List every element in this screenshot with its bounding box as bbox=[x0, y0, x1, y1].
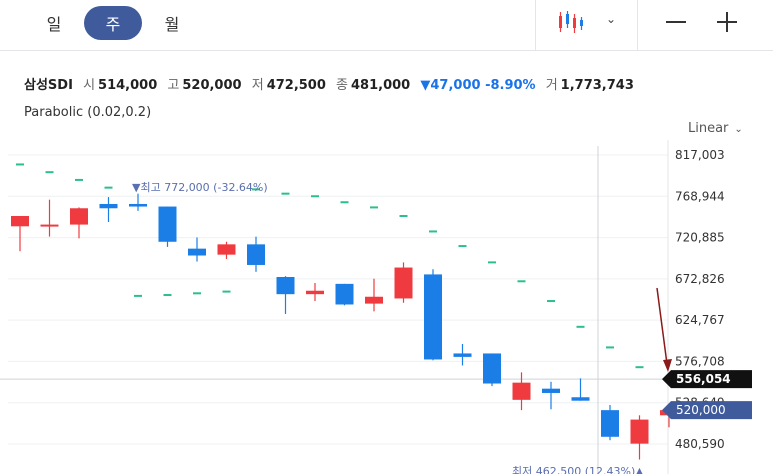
current-price-label: 520,000 bbox=[676, 403, 726, 417]
indicator-label: Parabolic (0.02,0.2) bbox=[24, 105, 152, 120]
low-value: 472,500 bbox=[266, 78, 326, 93]
toolbar-divider bbox=[637, 0, 638, 50]
volume-label: 거 bbox=[545, 78, 558, 93]
quote-summary: 삼성SDI 시 514,000 고 520,000 저 472,500 종 481,00… bbox=[24, 74, 640, 93]
candle-body bbox=[306, 290, 324, 295]
open-value: 514,000 bbox=[98, 78, 158, 93]
candle-body bbox=[335, 283, 354, 305]
y-tick-label: 480,590 bbox=[675, 437, 725, 451]
tab-weekly[interactable]: 주 bbox=[84, 6, 142, 40]
minus-icon bbox=[666, 21, 686, 23]
toolbar-divider bbox=[535, 0, 536, 50]
candle-body bbox=[394, 267, 413, 299]
y-tick-label: 720,885 bbox=[675, 231, 725, 245]
candlestick-chart[interactable]: 817,003 768,944 720,885 672,826 624,767 576,7… bbox=[0, 140, 773, 474]
candle-body bbox=[158, 206, 177, 242]
candle-body bbox=[601, 410, 619, 437]
candle-body bbox=[11, 215, 29, 227]
scale-selector[interactable]: Linear ⌄ bbox=[688, 121, 743, 136]
candle-body bbox=[512, 382, 531, 400]
candle-body bbox=[129, 203, 147, 207]
candle-body bbox=[453, 353, 472, 357]
chevron-down-icon[interactable]: ⌄ bbox=[606, 12, 616, 26]
tab-daily[interactable]: 일 bbox=[25, 6, 83, 40]
scale-label: Linear bbox=[688, 121, 729, 136]
stock-name: 삼성SDI bbox=[24, 78, 73, 93]
period-toolbar: 일 주 월 ⌄ bbox=[0, 0, 773, 51]
candle-body bbox=[365, 296, 383, 304]
candle-body bbox=[217, 244, 236, 255]
candle-body bbox=[483, 353, 501, 384]
candle-body bbox=[247, 244, 265, 265]
last-price-label: 556,054 bbox=[676, 372, 731, 386]
candle-body bbox=[99, 203, 118, 209]
y-tick-label: 624,767 bbox=[675, 313, 725, 327]
candle-body bbox=[630, 419, 649, 444]
high-annotation: ▼최고 772,000 (-32.64%) bbox=[132, 181, 268, 194]
arrow-line bbox=[656, 287, 668, 365]
volume-value: 1,773,743 bbox=[560, 78, 634, 93]
tab-monthly[interactable]: 월 bbox=[143, 6, 201, 40]
open-label: 시 bbox=[83, 78, 96, 93]
candle-body bbox=[571, 397, 590, 401]
close-value: 481,000 bbox=[351, 78, 411, 93]
low-annotation: 최저 462,500 (12.43%)▲ bbox=[512, 465, 644, 474]
y-tick-label: 672,826 bbox=[675, 272, 725, 286]
candle-body bbox=[542, 388, 560, 393]
chevron-down-icon: ⌄ bbox=[734, 124, 743, 135]
candle-body bbox=[40, 224, 59, 227]
candle-body bbox=[188, 248, 206, 256]
candle-body bbox=[276, 276, 295, 295]
close-label: 종 bbox=[336, 78, 349, 93]
candlestick-icon[interactable] bbox=[556, 8, 586, 36]
candle-body bbox=[424, 274, 442, 360]
high-label: 고 bbox=[167, 78, 180, 93]
high-value: 520,000 bbox=[182, 78, 242, 93]
y-tick-label: 768,944 bbox=[675, 189, 725, 203]
candle-body bbox=[70, 208, 88, 225]
low-label: 저 bbox=[251, 78, 264, 93]
y-tick-label: 817,003 bbox=[675, 148, 725, 162]
zoom-in-button[interactable] bbox=[709, 6, 745, 38]
zoom-out-button[interactable] bbox=[658, 6, 694, 38]
arrow-head bbox=[663, 359, 672, 372]
plus-icon-vertical bbox=[726, 12, 728, 32]
change-value: ▼47,000 -8.90% bbox=[420, 78, 536, 93]
y-tick-label: 576,708 bbox=[675, 354, 725, 368]
